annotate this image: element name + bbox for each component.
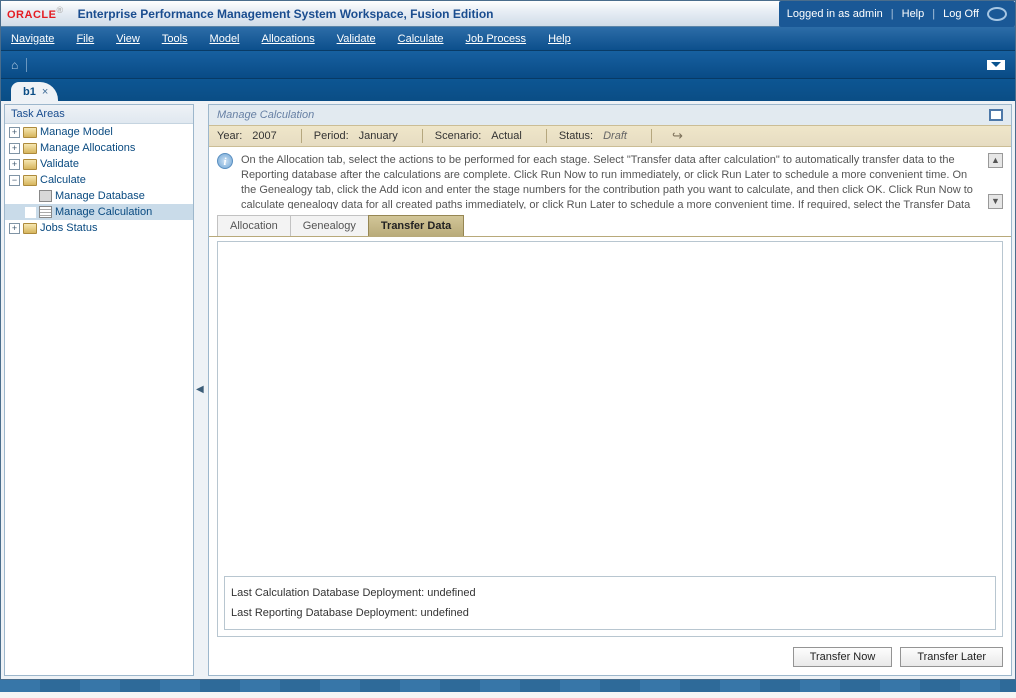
folder-icon: [23, 175, 37, 186]
folder-icon: [23, 127, 37, 138]
task-areas-title: Task Areas: [5, 105, 193, 124]
transfer-data-content: Last Calculation Database Deployment: un…: [217, 241, 1003, 637]
menu-help[interactable]: Help: [548, 33, 571, 45]
menu-jobprocess[interactable]: Job Process: [466, 33, 527, 45]
document-tab-b1[interactable]: b1 ×: [11, 82, 58, 101]
tree-toggle-icon[interactable]: +: [9, 159, 20, 170]
tree-item-calculate[interactable]: − Calculate: [5, 172, 193, 188]
tree-toggle-icon[interactable]: +: [9, 127, 20, 138]
scroll-down-icon[interactable]: ▼: [988, 194, 1003, 209]
close-tab-icon[interactable]: ×: [42, 86, 48, 98]
folder-icon: [23, 223, 37, 234]
tree-toggle-icon: [25, 207, 36, 218]
db-icon: [39, 190, 52, 202]
maximize-icon[interactable]: [989, 109, 1003, 121]
tree-item-label: Manage Model: [40, 126, 113, 138]
period-label: Period:: [314, 130, 349, 142]
transfer-later-button[interactable]: Transfer Later: [900, 647, 1003, 667]
logged-in-text: Logged in as admin: [787, 8, 883, 20]
splitter-handle[interactable]: [198, 104, 204, 676]
document-tab-label: b1: [23, 86, 36, 98]
menu-validate[interactable]: Validate: [337, 33, 376, 45]
menu-file[interactable]: File: [76, 33, 94, 45]
info-icon: i: [217, 153, 233, 169]
tree-item-manage-model[interactable]: + Manage Model: [5, 124, 193, 140]
scroll-up-icon[interactable]: ▲: [988, 153, 1003, 168]
menu-calculate[interactable]: Calculate: [398, 33, 444, 45]
grid-icon: [39, 206, 52, 218]
sub-toolbar: ⌂: [1, 51, 1015, 79]
oracle-logo: ORACLE®: [7, 5, 64, 22]
menu-navigate[interactable]: Navigate: [11, 33, 54, 45]
status-value: Draft: [603, 130, 627, 142]
scenario-value[interactable]: Actual: [491, 130, 522, 142]
task-areas-panel: Task Areas + Manage Model + Manage Allocati…: [4, 104, 194, 676]
tree-item-label: Manage Calculation: [55, 206, 152, 218]
app-header: ORACLE® Enterprise Performance Managemen…: [1, 1, 1015, 27]
tree-toggle-icon[interactable]: +: [9, 223, 20, 234]
transfer-now-button[interactable]: Transfer Now: [793, 647, 893, 667]
menu-allocations[interactable]: Allocations: [262, 33, 315, 45]
tree-item-label: Calculate: [40, 174, 86, 186]
period-value[interactable]: January: [359, 130, 398, 142]
tree-toggle-icon: [25, 191, 36, 202]
tree-item-manage-allocations[interactable]: + Manage Allocations: [5, 140, 193, 156]
tree-item-validate[interactable]: + Validate: [5, 156, 193, 172]
help-link[interactable]: Help: [902, 8, 925, 20]
menu-view[interactable]: View: [116, 33, 140, 45]
brand-oval-icon: [987, 7, 1007, 21]
scenario-label: Scenario:: [435, 130, 481, 142]
main-panel: Manage Calculation Year: 2007 Period: Ja…: [208, 104, 1012, 676]
folder-icon: [23, 143, 37, 154]
tab-transfer-data[interactable]: Transfer Data: [368, 215, 464, 236]
tree-item-manage-database[interactable]: Manage Database: [5, 188, 193, 204]
status-label: Status:: [559, 130, 593, 142]
tree-item-label: Validate: [40, 158, 79, 170]
tree-item-label: Jobs Status: [40, 222, 97, 234]
tab-allocation[interactable]: Allocation: [217, 215, 291, 236]
tree-toggle-icon[interactable]: −: [9, 175, 20, 186]
home-icon[interactable]: ⌂: [11, 58, 18, 72]
task-tree: + Manage Model + Manage Allocations + Validat…: [5, 124, 193, 675]
year-value[interactable]: 2007: [252, 130, 276, 142]
tab-genealogy[interactable]: Genealogy: [290, 215, 369, 236]
year-label: Year:: [217, 130, 242, 142]
last-reporting-deployment: Last Reporting Database Deployment: unde…: [231, 603, 989, 623]
instruction-text: On the Allocation tab, select the action…: [241, 153, 980, 209]
tree-item-label: Manage Database: [55, 190, 145, 202]
menu-model[interactable]: Model: [210, 33, 240, 45]
folder-icon: [23, 159, 37, 170]
status-bar: [0, 680, 1016, 692]
menu-tools[interactable]: Tools: [162, 33, 188, 45]
calc-tabs: Allocation Genealogy Transfer Data: [209, 215, 1011, 237]
document-tab-strip: b1 ×: [1, 79, 1015, 101]
app-title: Enterprise Performance Management System…: [78, 7, 494, 21]
tree-item-manage-calculation[interactable]: Manage Calculation: [5, 204, 193, 220]
menu-bar: Navigate File View Tools Model Allocatio…: [1, 27, 1015, 51]
tree-item-label: Manage Allocations: [40, 142, 135, 154]
last-calc-deployment: Last Calculation Database Deployment: un…: [231, 583, 989, 603]
tree-item-jobs-status[interactable]: + Jobs Status: [5, 220, 193, 236]
tree-toggle-icon[interactable]: +: [9, 143, 20, 154]
collapse-toggle-icon[interactable]: [987, 60, 1005, 70]
logoff-link[interactable]: Log Off: [943, 8, 979, 20]
pov-filter-bar: Year: 2007 Period: January Scenario: Act…: [209, 125, 1011, 147]
main-panel-title: Manage Calculation: [217, 109, 314, 121]
refresh-icon[interactable]: ↪: [672, 128, 683, 144]
deployment-info-box: Last Calculation Database Deployment: un…: [224, 576, 996, 630]
